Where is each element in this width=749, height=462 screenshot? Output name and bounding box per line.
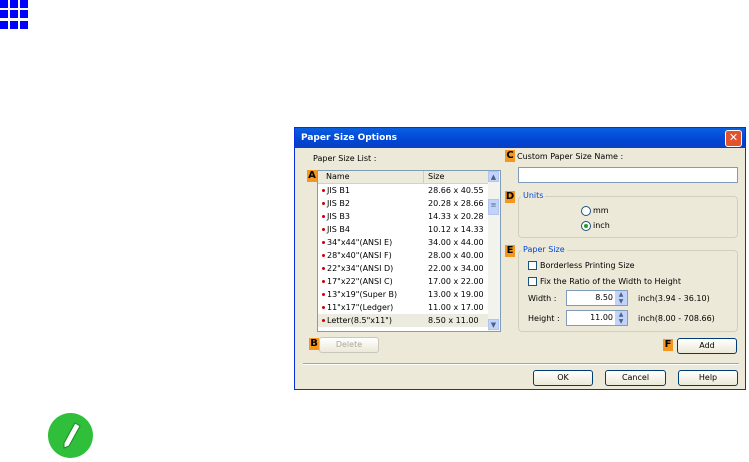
height-label: Height : bbox=[528, 314, 560, 323]
paper-size: 20.28 x 28.66 bbox=[428, 199, 484, 208]
paper-size: 28.66 x 40.55 bbox=[428, 186, 484, 195]
list-item[interactable]: JIS B2 20.28 x 28.66 bbox=[318, 197, 489, 210]
paper-size-list-label: Paper Size List : bbox=[313, 154, 377, 163]
paper-name: 28"x40"(ANSI F) bbox=[327, 251, 392, 260]
paper-size: 28.00 x 40.00 bbox=[428, 251, 484, 260]
callout-d: D bbox=[505, 191, 515, 203]
separator bbox=[303, 363, 739, 365]
bullet-icon bbox=[322, 215, 325, 218]
bullet-icon bbox=[322, 254, 325, 257]
width-value: 8.50 bbox=[595, 293, 613, 302]
callout-f: F bbox=[663, 339, 673, 351]
bullet-icon bbox=[322, 241, 325, 244]
inch-label: inch bbox=[593, 221, 610, 230]
paper-size: 34.00 x 44.00 bbox=[428, 238, 484, 247]
close-icon[interactable]: ✕ bbox=[725, 130, 742, 147]
height-range: inch(8.00 - 708.66) bbox=[638, 314, 715, 323]
spin-arrows-icon[interactable]: ▲ ▼ bbox=[615, 291, 627, 305]
ok-button[interactable]: OK bbox=[533, 370, 593, 386]
bullet-icon bbox=[322, 202, 325, 205]
callout-b: B bbox=[309, 338, 319, 350]
mm-label: mm bbox=[593, 206, 609, 215]
width-range: inch(3.94 - 36.10) bbox=[638, 294, 710, 303]
paper-size: 13.00 x 19.00 bbox=[428, 290, 484, 299]
fix-ratio-label: Fix the Ratio of the Width to Height bbox=[540, 277, 682, 286]
list-item[interactable]: 34"x44"(ANSI E) 34.00 x 44.00 bbox=[318, 236, 489, 249]
bullet-icon bbox=[322, 293, 325, 296]
width-stepper[interactable]: 8.50 ▲ ▼ bbox=[566, 290, 628, 306]
width-label: Width : bbox=[528, 294, 557, 303]
fix-ratio-checkbox[interactable] bbox=[528, 277, 537, 286]
paper-name: JIS B4 bbox=[327, 225, 350, 234]
paper-size: 11.00 x 17.00 bbox=[428, 303, 484, 312]
column-size[interactable]: Size bbox=[428, 172, 444, 181]
paper-size: 17.00 x 22.00 bbox=[428, 277, 484, 286]
bullet-icon bbox=[322, 306, 325, 309]
list-item[interactable]: 17"x22"(ANSI C) 17.00 x 22.00 bbox=[318, 275, 489, 288]
scroll-down-icon[interactable]: ▼ bbox=[488, 319, 499, 330]
paper-name: JIS B2 bbox=[327, 199, 350, 208]
paper-name: 22"x34"(ANSI D) bbox=[327, 264, 394, 273]
paper-size: 8.50 x 11.00 bbox=[428, 316, 479, 325]
paper-name: Letter(8.5"x11") bbox=[327, 316, 392, 325]
paper-name: 13"x19"(Super B) bbox=[327, 290, 398, 299]
bullet-icon bbox=[322, 319, 325, 322]
list-item[interactable]: 28"x40"(ANSI F) 28.00 x 40.00 bbox=[318, 249, 489, 262]
borderless-checkbox[interactable] bbox=[528, 261, 537, 270]
callout-e: E bbox=[505, 245, 515, 257]
paper-size-list[interactable]: Name Size JIS B1 28.66 x 40.55 JIS B2 20.28… bbox=[317, 170, 501, 332]
height-stepper[interactable]: 11.00 ▲ ▼ bbox=[566, 310, 628, 326]
radio-inch[interactable] bbox=[581, 221, 591, 231]
custom-name-label: Custom Paper Size Name : bbox=[517, 152, 624, 161]
bullet-icon bbox=[322, 189, 325, 192]
paper-size: 10.12 x 14.33 bbox=[428, 225, 484, 234]
list-item[interactable]: 13"x19"(Super B) 13.00 x 19.00 bbox=[318, 288, 489, 301]
delete-button[interactable]: Delete bbox=[319, 337, 379, 353]
radio-mm[interactable] bbox=[581, 206, 591, 216]
dialog-title: Paper Size Options bbox=[295, 128, 745, 148]
add-button[interactable]: Add bbox=[677, 338, 737, 354]
scroll-thumb[interactable]: ≡ bbox=[488, 199, 499, 215]
bullet-icon bbox=[322, 280, 325, 283]
paper-name: 17"x22"(ANSI C) bbox=[327, 277, 393, 286]
column-name[interactable]: Name bbox=[326, 172, 350, 181]
list-item[interactable]: JIS B3 14.33 x 20.28 bbox=[318, 210, 489, 223]
list-item[interactable]: Letter(8.5"x11") 8.50 x 11.00 bbox=[318, 314, 489, 327]
paper-name: JIS B3 bbox=[327, 212, 350, 221]
cancel-button[interactable]: Cancel bbox=[605, 370, 666, 386]
list-scrollbar[interactable]: ▲ ≡ ▼ bbox=[488, 171, 500, 331]
list-item[interactable]: 11"x17"(Ledger) 11.00 x 17.00 bbox=[318, 301, 489, 314]
custom-name-input[interactable] bbox=[518, 167, 738, 183]
list-item[interactable]: 22"x34"(ANSI D) 22.00 x 34.00 bbox=[318, 262, 489, 275]
paper-size-options-dialog: Paper Size Options ✕ Paper Size List : A… bbox=[294, 127, 746, 390]
help-button[interactable]: Help bbox=[678, 370, 738, 386]
list-item[interactable]: JIS B1 28.66 x 40.55 bbox=[318, 184, 489, 197]
bullet-icon bbox=[322, 267, 325, 270]
paper-size: 14.33 x 20.28 bbox=[428, 212, 484, 221]
paper-name: 34"x44"(ANSI E) bbox=[327, 238, 393, 247]
note-pencil-icon bbox=[48, 413, 93, 458]
units-label: Units bbox=[521, 191, 546, 200]
height-value: 11.00 bbox=[590, 313, 613, 322]
list-item[interactable]: JIS B4 10.12 x 14.33 bbox=[318, 223, 489, 236]
paper-size: 22.00 x 34.00 bbox=[428, 264, 484, 273]
bullet-icon bbox=[322, 228, 325, 231]
menu-grid-icon bbox=[0, 0, 29, 29]
callout-a: A bbox=[307, 170, 317, 182]
spin-arrows-icon[interactable]: ▲ ▼ bbox=[615, 311, 627, 325]
paper-name: 11"x17"(Ledger) bbox=[327, 303, 394, 312]
borderless-label: Borderless Printing Size bbox=[540, 261, 635, 270]
units-group bbox=[518, 196, 738, 238]
callout-c: C bbox=[505, 150, 515, 162]
paper-name: JIS B1 bbox=[327, 186, 350, 195]
paper-size-label: Paper Size bbox=[521, 245, 567, 254]
scroll-up-icon[interactable]: ▲ bbox=[488, 171, 499, 182]
list-header: Name Size bbox=[318, 171, 489, 184]
